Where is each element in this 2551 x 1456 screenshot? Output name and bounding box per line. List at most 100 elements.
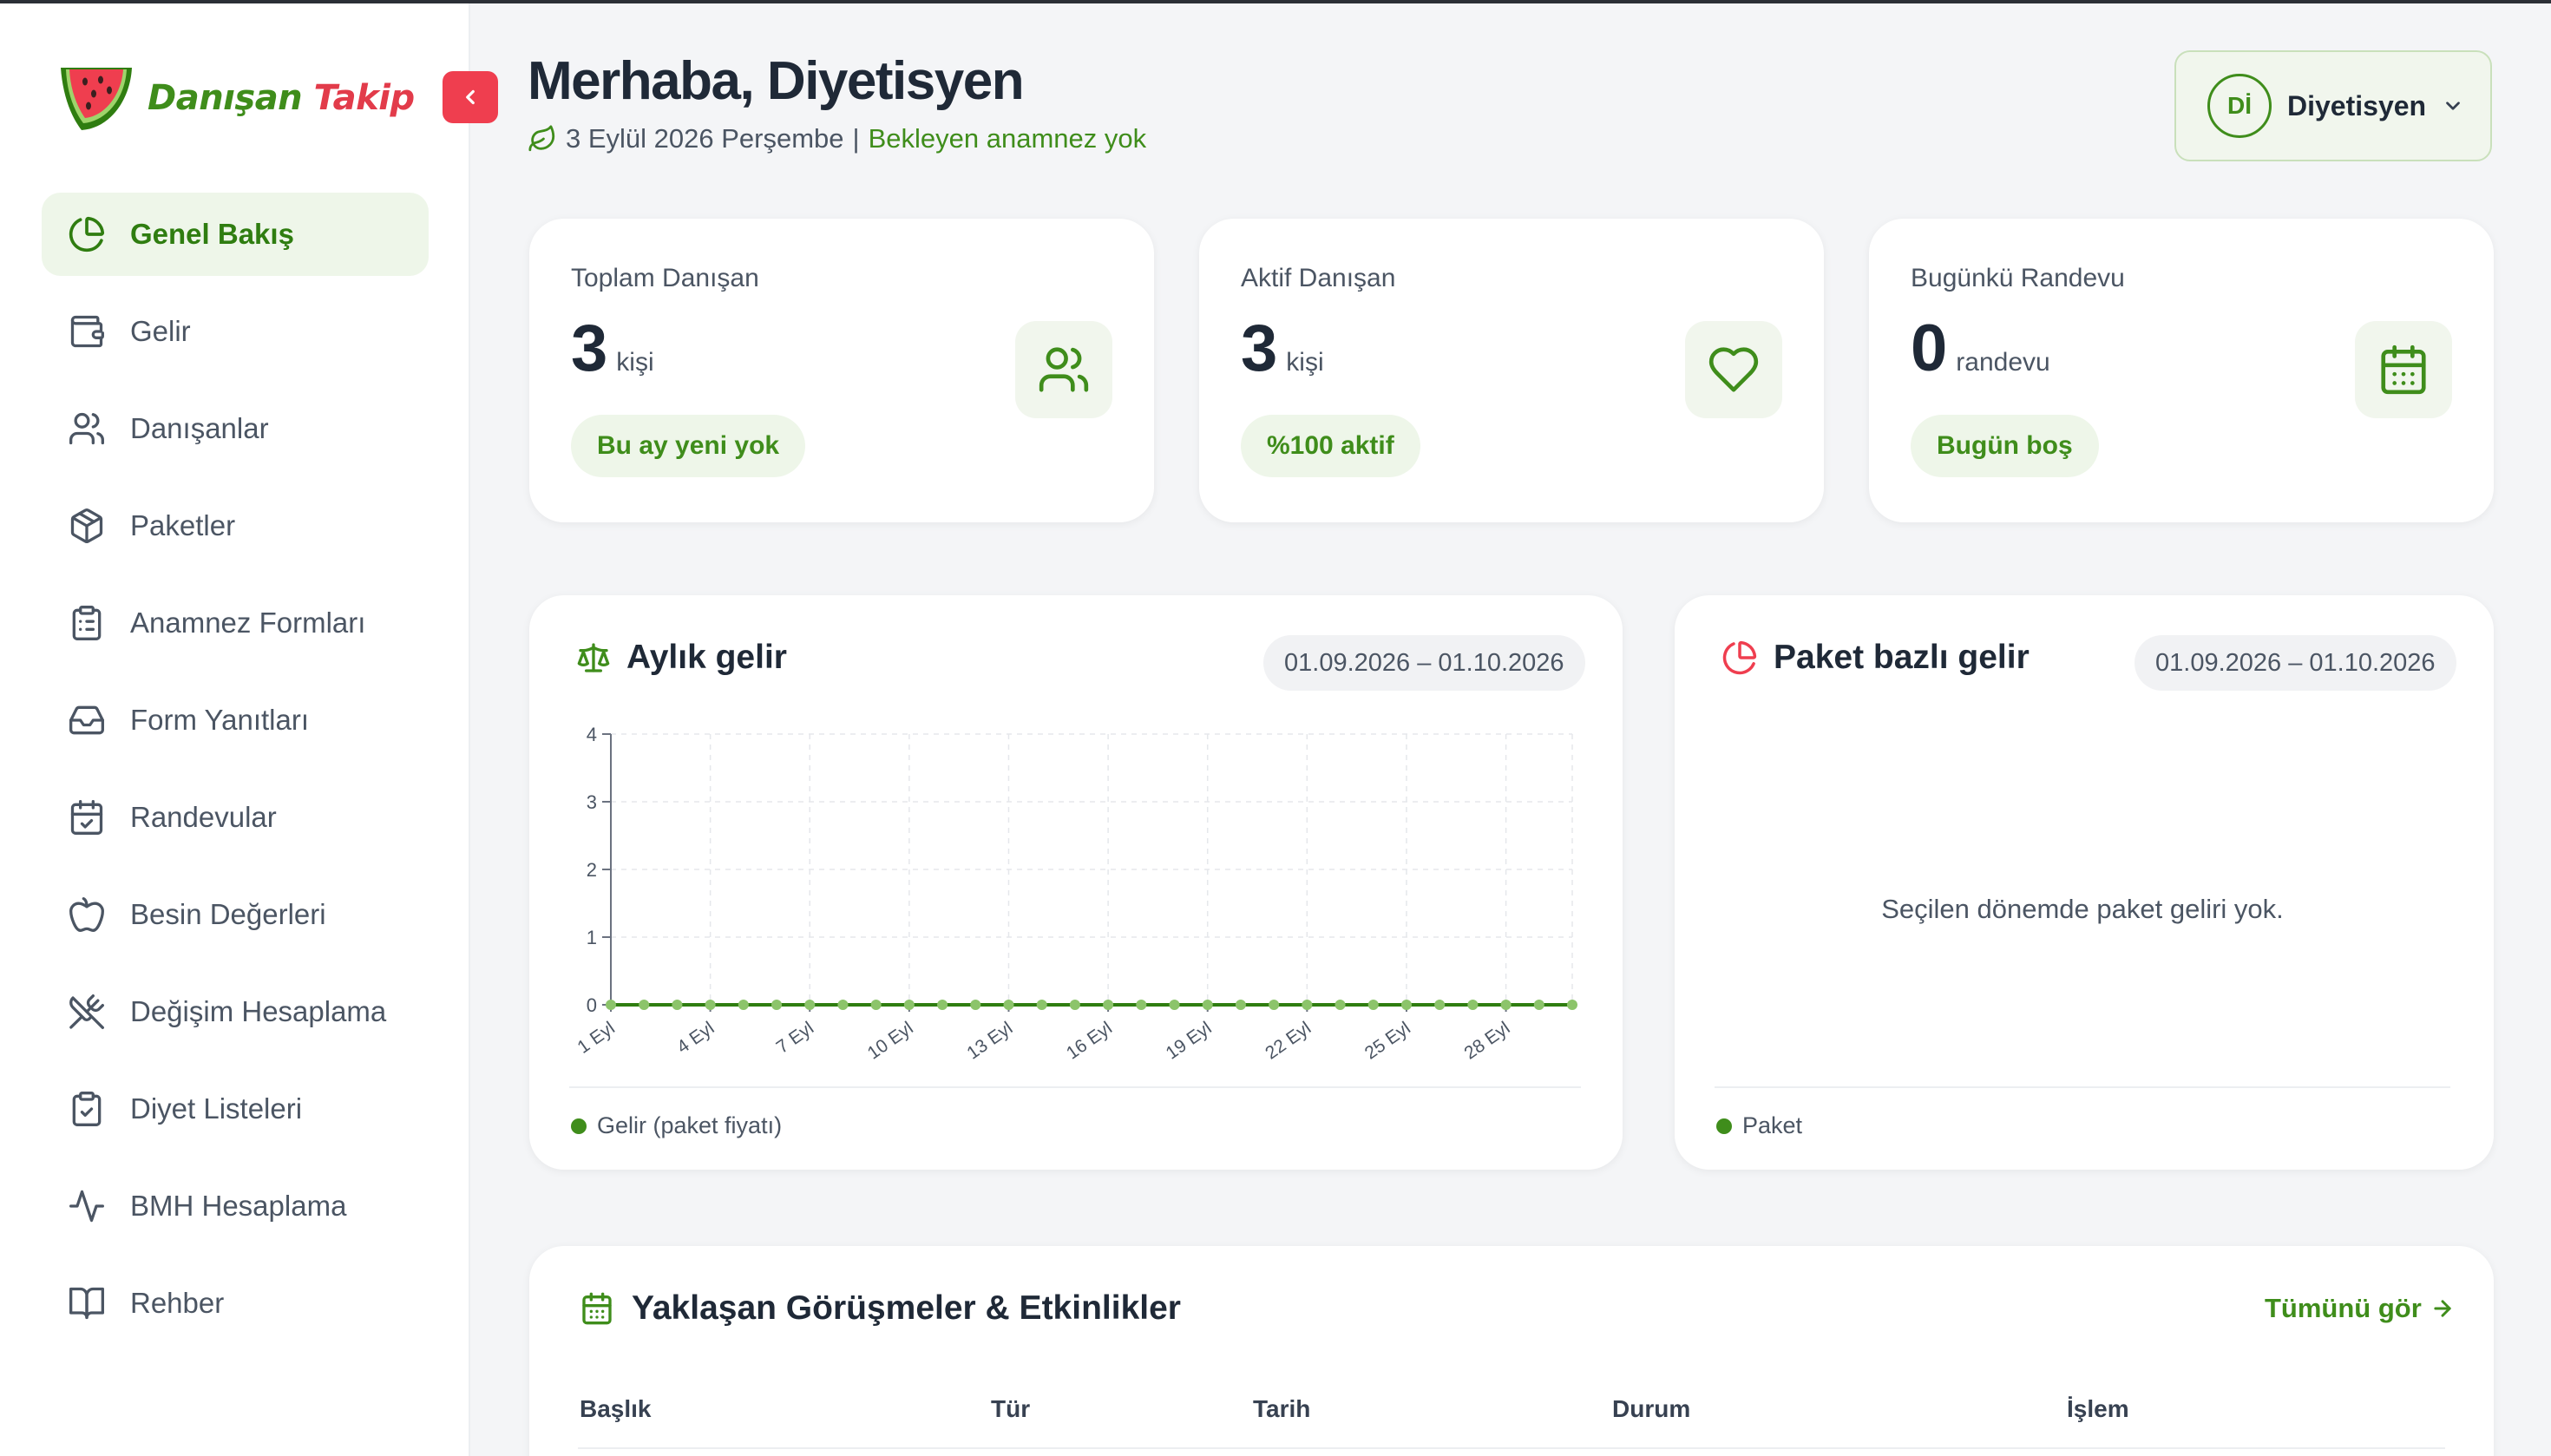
data-point xyxy=(903,1000,915,1010)
data-point xyxy=(1367,1000,1379,1010)
stat-card-active-clients: Aktif Danışan 3 kişi %100 aktif xyxy=(1199,219,1824,522)
sidebar-item-label: Paketler xyxy=(130,509,236,541)
chevron-down-icon xyxy=(2446,102,2460,110)
sidebar-item-form-yanitlari[interactable]: Form Yanıtları xyxy=(42,679,429,762)
sidebar-item-danisanlar[interactable]: Danışanlar xyxy=(42,387,429,470)
stat-number: 0 xyxy=(1911,312,1948,385)
wallet-icon xyxy=(68,312,106,351)
monthly-income-title: Aylık gelir xyxy=(576,639,787,677)
leaf-icon xyxy=(528,125,555,152)
avatar: Dİ xyxy=(2207,74,2272,138)
header-separator: | xyxy=(852,123,860,154)
sidebar-item-label: Değişim Hesaplama xyxy=(130,995,387,1027)
stat-unit: kişi xyxy=(616,348,654,377)
empty-state-message: Seçilen dönemde paket geliri yok. xyxy=(1881,894,2284,924)
stat-label: Aktif Danışan xyxy=(1241,264,1396,292)
stat-unit: kişi xyxy=(1286,348,1324,377)
stat-badge: Bu ay yeni yok xyxy=(571,415,806,477)
stat-label: Toplam Danışan xyxy=(571,264,759,292)
stat-value: 3 kişi xyxy=(1241,316,1324,382)
data-point xyxy=(1434,1000,1446,1010)
y-tick-label: 4 xyxy=(587,724,597,745)
brand-name: Danışan Takip xyxy=(148,78,415,118)
sidebar-item-paketler[interactable]: Paketler xyxy=(42,484,429,567)
sidebar-item-rehber[interactable]: Rehber xyxy=(42,1262,429,1345)
data-point xyxy=(1069,1000,1080,1010)
sidebar-item-label: Besin Değerleri xyxy=(130,898,326,930)
data-point xyxy=(1335,1000,1346,1010)
sidebar-item-besin-degerleri[interactable]: Besin Değerleri xyxy=(42,873,429,956)
stat-number: 3 xyxy=(1241,312,1278,385)
see-all-label: Tümünü gör xyxy=(2265,1293,2422,1323)
table-header-status: Durum xyxy=(1612,1395,1691,1422)
data-point xyxy=(1467,1000,1479,1010)
pie-chart-icon xyxy=(1722,640,1757,675)
apple-icon xyxy=(68,895,106,934)
data-point xyxy=(606,1000,616,1010)
table-header-date: Tarih xyxy=(1253,1395,1311,1422)
see-all-link[interactable]: Tümünü gör xyxy=(2265,1293,2455,1324)
package-income-date-range[interactable]: 01.09.2026 – 01.10.2026 xyxy=(2135,635,2456,691)
legend-dot xyxy=(571,1118,587,1134)
sidebar-item-diyet-listeleri[interactable]: Diyet Listeleri xyxy=(42,1067,429,1151)
x-tick-label: 4 Eyl xyxy=(673,1018,718,1058)
stat-unit: randevu xyxy=(1956,348,2050,377)
x-tick-label: 28 Eyl xyxy=(1460,1018,1513,1063)
panel-title-text: Aylık gelir xyxy=(626,639,787,676)
stat-card-total-clients: Toplam Danışan 3 kişi Bu ay yeni yok xyxy=(529,219,1154,522)
divider xyxy=(1715,1086,2450,1088)
sidebar-item-genel-bakis[interactable]: Genel Bakış xyxy=(42,193,429,276)
sidebar-item-label: Danışanlar xyxy=(130,412,269,444)
brand[interactable]: Danışan Takip xyxy=(56,61,415,135)
clipboard-list-icon xyxy=(68,604,106,642)
legend-label: Gelir (paket fiyatı) xyxy=(597,1112,783,1138)
x-tick-label: 25 Eyl xyxy=(1361,1018,1414,1063)
data-point xyxy=(1202,1000,1213,1010)
data-point xyxy=(1003,1000,1014,1010)
data-point xyxy=(1302,1000,1313,1010)
x-tick-label: 22 Eyl xyxy=(1262,1018,1315,1063)
data-point xyxy=(937,1000,948,1010)
data-point xyxy=(837,1000,849,1010)
sidebar-item-label: Rehber xyxy=(130,1287,225,1319)
data-point xyxy=(1103,1000,1114,1010)
upcoming-panel xyxy=(529,1246,2494,1456)
pending-anamnesis-link[interactable]: Bekleyen anamnez yok xyxy=(869,123,1147,154)
stat-number: 3 xyxy=(571,312,608,385)
y-tick-label: 3 xyxy=(587,791,597,813)
watermelon-logo-icon xyxy=(61,68,132,130)
table-header-divider xyxy=(578,1447,2445,1449)
sidebar-nav: Genel Bakış Gelir Danışanlar Paketler An… xyxy=(42,193,429,1359)
data-point xyxy=(771,1000,783,1010)
x-tick-label: 19 Eyl xyxy=(1163,1018,1216,1063)
package-income-title: Paket bazlı gelir xyxy=(1721,639,2030,677)
data-point xyxy=(1567,1000,1577,1010)
sidebar-item-gelir[interactable]: Gelir xyxy=(42,290,429,373)
data-point xyxy=(639,1000,650,1010)
chevron-left-icon xyxy=(466,89,475,105)
monthly-income-date-range[interactable]: 01.09.2026 – 01.10.2026 xyxy=(1263,635,1585,691)
sidebar-item-anamnez-formlari[interactable]: Anamnez Formları xyxy=(42,581,429,665)
sidebar-item-degisim-hesaplama[interactable]: Değişim Hesaplama xyxy=(42,970,429,1053)
legend-label: Paket xyxy=(1742,1112,1803,1138)
data-point xyxy=(1169,1000,1180,1010)
sidebar-item-bmh-hesaplama[interactable]: BMH Hesaplama xyxy=(42,1164,429,1248)
data-point xyxy=(705,1000,716,1010)
sidebar-item-label: BMH Hesaplama xyxy=(130,1190,347,1222)
user-menu-button[interactable]: Dİ Diyetisyen xyxy=(2174,50,2492,161)
heart-icon xyxy=(1685,321,1782,418)
activity-icon xyxy=(68,1187,106,1225)
sidebar-collapse-button[interactable] xyxy=(443,71,498,123)
divider xyxy=(569,1086,1581,1088)
data-point xyxy=(1400,1000,1412,1010)
stat-value: 3 kişi xyxy=(571,316,654,382)
x-tick-label: 10 Eyl xyxy=(864,1018,917,1063)
stat-label: Bugünkü Randevu xyxy=(1911,264,2125,292)
current-date: 3 Eylül 2026 Perşembe xyxy=(566,123,844,154)
table-header-action: İşlem xyxy=(2067,1395,2129,1422)
sidebar-item-randevular[interactable]: Randevular xyxy=(42,776,429,859)
table-header-title: Başlık xyxy=(580,1395,652,1422)
sidebar-item-label: Diyet Listeleri xyxy=(130,1092,303,1125)
data-point xyxy=(804,1000,816,1010)
data-point xyxy=(738,1000,749,1010)
